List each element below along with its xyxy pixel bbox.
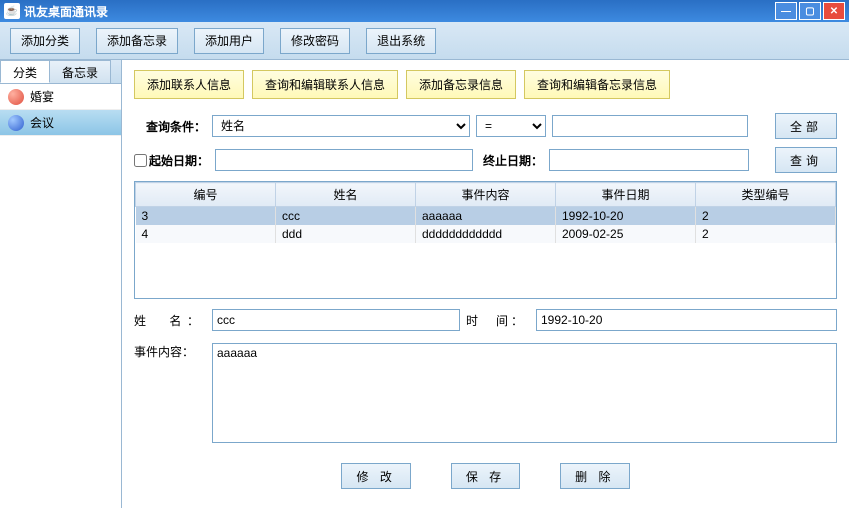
save-button[interactable]: 保 存 [451, 463, 520, 489]
end-date-label: 终止日期： [479, 152, 543, 169]
col-id[interactable]: 编号 [136, 183, 276, 207]
sidebar-item-label: 会议 [30, 114, 54, 131]
java-icon: ☕ [4, 3, 20, 19]
cell-name: ccc [276, 207, 416, 226]
cell-date: 1992-10-20 [556, 207, 696, 226]
cell-content: dddddddddddd [416, 225, 556, 243]
tab-edit-memo[interactable]: 查询和编辑备忘录信息 [524, 70, 670, 99]
start-date-checkbox[interactable] [134, 154, 147, 167]
col-content[interactable]: 事件内容 [416, 183, 556, 207]
detail-time-input[interactable] [536, 309, 837, 331]
modify-button[interactable]: 修 改 [341, 463, 410, 489]
tab-add-memo[interactable]: 添加备忘录信息 [406, 70, 516, 99]
main-toolbar: 添加分类 添加备忘录 添加用户 修改密码 退出系统 [0, 22, 849, 60]
workspace: 分类 备忘录 婚宴 会议 添加联系人信息 查询和编辑联系人信息 添加备忘录信息 … [0, 60, 849, 508]
results-table: 编号 姓名 事件内容 事件日期 类型编号 3 ccc aaaaaa 1992-1… [135, 182, 836, 243]
detail-name-row: 姓 名： 时 间： [128, 303, 843, 337]
sidebar: 分类 备忘录 婚宴 会议 [0, 60, 122, 508]
minimize-button[interactable]: — [775, 2, 797, 20]
sidebar-tab-memo[interactable]: 备忘录 [49, 60, 111, 83]
window-title: 讯友桌面通讯录 [24, 3, 775, 20]
query-button[interactable]: 查询 [775, 147, 837, 173]
delete-button[interactable]: 删 除 [560, 463, 629, 489]
maximize-button[interactable]: ▢ [799, 2, 821, 20]
main-panel: 添加联系人信息 查询和编辑联系人信息 添加备忘录信息 查询和编辑备忘录信息 查询… [122, 60, 849, 508]
main-tabs: 添加联系人信息 查询和编辑联系人信息 添加备忘录信息 查询和编辑备忘录信息 [128, 66, 843, 109]
action-row: 修 改 保 存 删 除 [128, 449, 843, 495]
change-password-button[interactable]: 修改密码 [280, 28, 350, 54]
col-date[interactable]: 事件日期 [556, 183, 696, 207]
detail-time-label: 时 间： [466, 312, 530, 329]
query-value-input[interactable] [552, 115, 748, 137]
detail-content-row: 事件内容： [128, 337, 843, 449]
cell-type: 2 [696, 207, 836, 226]
sidebar-item-label: 婚宴 [30, 88, 54, 105]
tab-add-contact[interactable]: 添加联系人信息 [134, 70, 244, 99]
col-name[interactable]: 姓名 [276, 183, 416, 207]
sidebar-item-wedding[interactable]: 婚宴 [0, 84, 121, 110]
start-date-checkbox-wrap: 起始日期： [134, 152, 209, 169]
query-all-button[interactable]: 全部 [775, 113, 837, 139]
add-category-button[interactable]: 添加分类 [10, 28, 80, 54]
query-row-1: 查询条件： 姓名 = 全部 [128, 109, 843, 143]
window-controls: — ▢ ✕ [775, 2, 845, 20]
query-field-select[interactable]: 姓名 [212, 115, 470, 137]
sidebar-list: 婚宴 会议 [0, 84, 121, 136]
title-bar: ☕ 讯友桌面通讯录 — ▢ ✕ [0, 0, 849, 22]
cell-id: 4 [136, 225, 276, 243]
add-user-button[interactable]: 添加用户 [194, 28, 264, 54]
start-date-label: 起始日期： [149, 152, 209, 169]
table-row[interactable]: 4 ddd dddddddddddd 2009-02-25 2 [136, 225, 836, 243]
detail-name-label: 姓 名： [134, 312, 206, 329]
detail-content-textarea[interactable] [212, 343, 837, 443]
sidebar-tabs: 分类 备忘录 [0, 60, 121, 84]
query-row-2: 起始日期： 终止日期： 查询 [128, 143, 843, 177]
detail-name-input[interactable] [212, 309, 460, 331]
cell-content: aaaaaa [416, 207, 556, 226]
sidebar-item-meeting[interactable]: 会议 [0, 110, 121, 136]
meeting-icon [8, 115, 24, 131]
cell-type: 2 [696, 225, 836, 243]
query-op-select[interactable]: = [476, 115, 546, 137]
results-table-wrap: 编号 姓名 事件内容 事件日期 类型编号 3 ccc aaaaaa 1992-1… [134, 181, 837, 299]
sidebar-tab-category[interactable]: 分类 [0, 60, 50, 83]
start-date-input[interactable] [215, 149, 473, 171]
cell-id: 3 [136, 207, 276, 226]
add-memo-button[interactable]: 添加备忘录 [96, 28, 178, 54]
close-button[interactable]: ✕ [823, 2, 845, 20]
tab-edit-contact[interactable]: 查询和编辑联系人信息 [252, 70, 398, 99]
cell-date: 2009-02-25 [556, 225, 696, 243]
cell-name: ddd [276, 225, 416, 243]
col-type[interactable]: 类型编号 [696, 183, 836, 207]
end-date-input[interactable] [549, 149, 749, 171]
detail-content-label: 事件内容： [134, 343, 206, 360]
exit-button[interactable]: 退出系统 [366, 28, 436, 54]
query-label: 查询条件： [134, 118, 206, 135]
wedding-icon [8, 89, 24, 105]
table-row[interactable]: 3 ccc aaaaaa 1992-10-20 2 [136, 207, 836, 226]
